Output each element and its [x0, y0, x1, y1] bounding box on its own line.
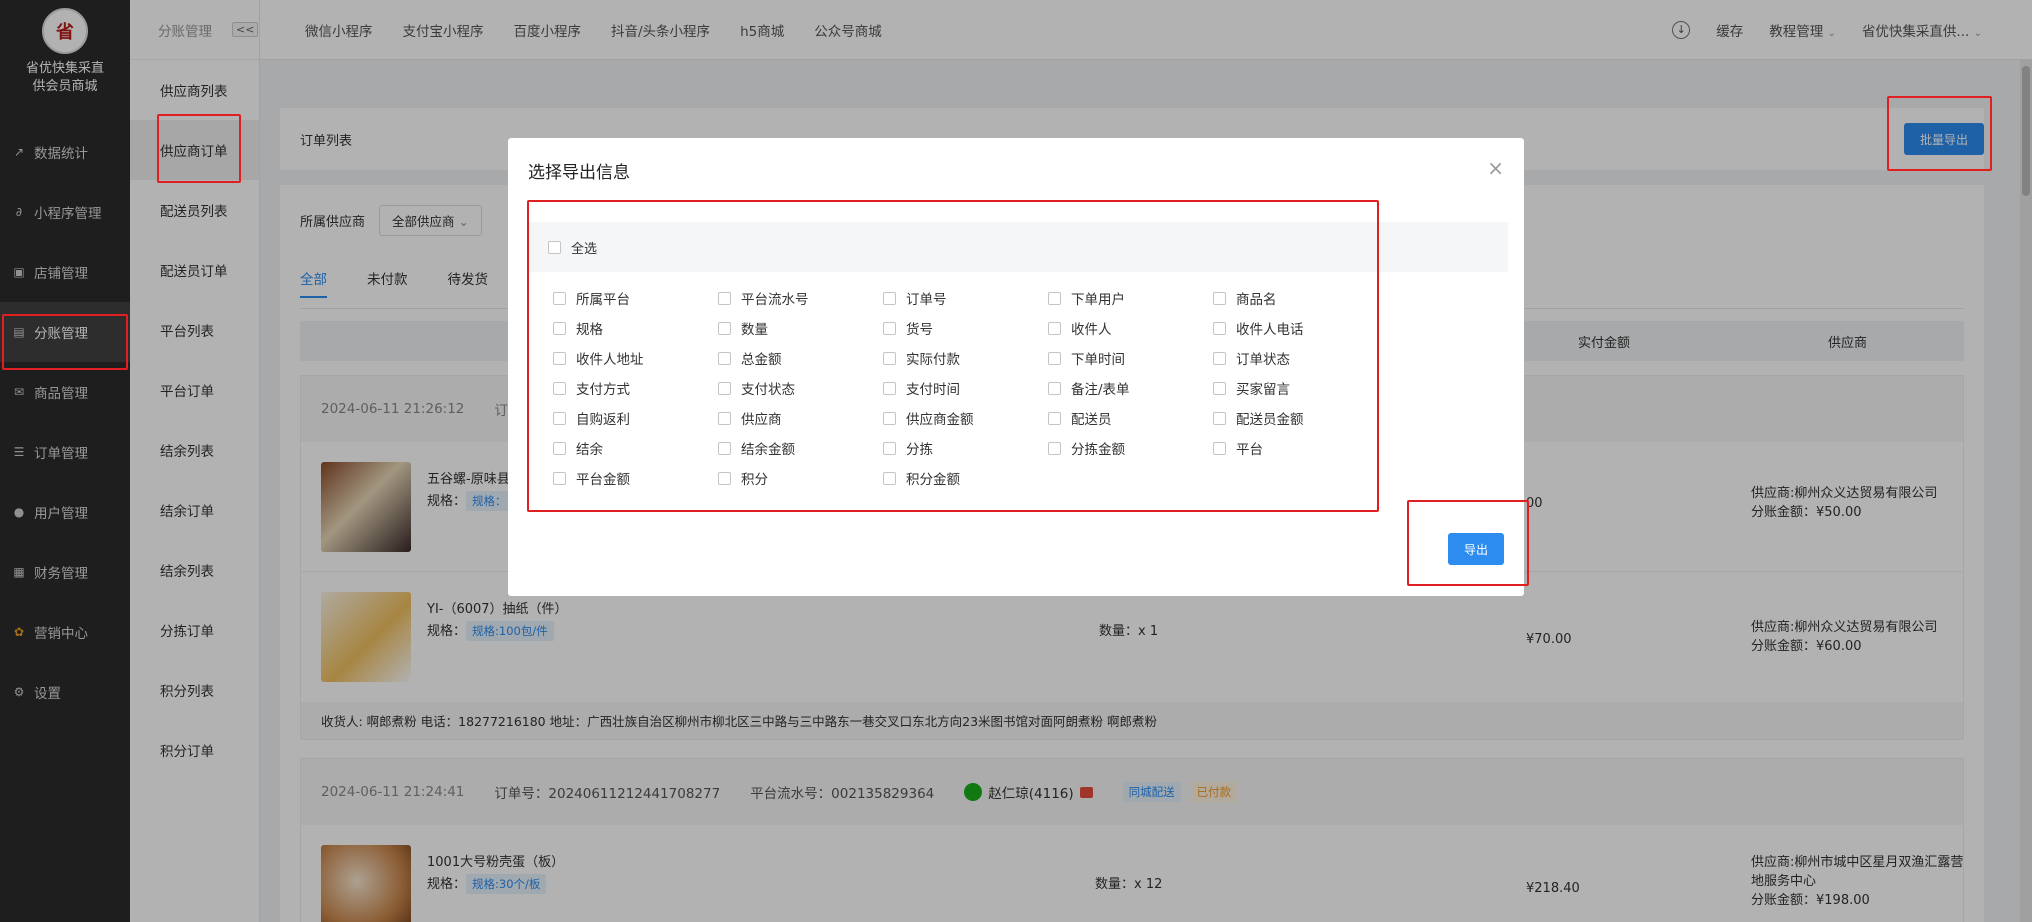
dialog-title: 选择导出信息 [528, 163, 630, 183]
highlight-box [527, 200, 1379, 512]
close-icon[interactable]: × [1487, 156, 1504, 180]
highlight-box [157, 114, 241, 183]
highlight-box [1407, 500, 1529, 586]
highlight-box [1887, 96, 1992, 171]
highlight-box [2, 314, 128, 370]
